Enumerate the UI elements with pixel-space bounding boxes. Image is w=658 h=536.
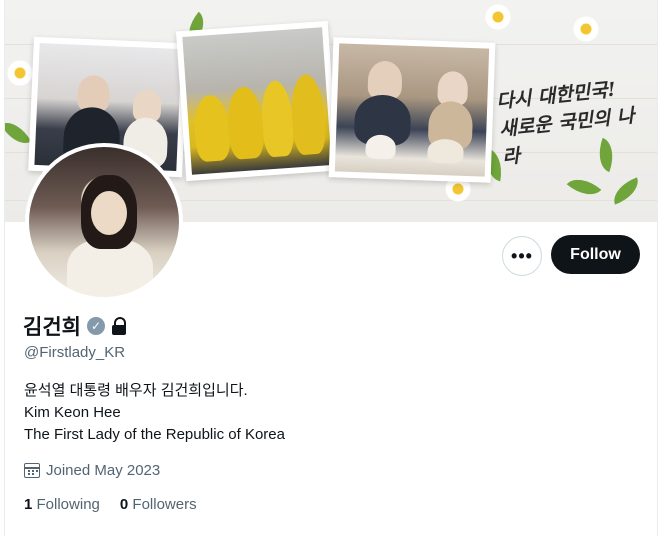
more-button[interactable]: ••• xyxy=(502,236,542,276)
joined-date: Joined May 2023 xyxy=(24,462,160,479)
name-row: 김건희 ✓ xyxy=(23,312,127,340)
flower-decoration xyxy=(573,16,599,42)
followers-label: Followers xyxy=(132,496,197,513)
banner-photo-supporters xyxy=(175,20,339,182)
profile-bio: 윤석열 대통령 배우자 김건희입니다. Kim Keon Hee The Fir… xyxy=(24,380,285,446)
bio-line: Kim Keon Hee xyxy=(24,404,121,421)
joined-text: Joined May 2023 xyxy=(46,462,161,479)
leaf-decoration xyxy=(566,170,602,204)
following-link[interactable]: 1 Following xyxy=(24,496,100,513)
profile-handle: @Firstlady_KR xyxy=(24,344,126,361)
verified-badge-icon[interactable]: ✓ xyxy=(86,317,105,335)
flower-decoration xyxy=(485,4,511,30)
followers-count: 0 xyxy=(119,496,129,513)
calendar-icon xyxy=(24,463,40,478)
followers-link[interactable]: 0 Followers xyxy=(120,496,197,513)
flower-decoration xyxy=(7,60,33,86)
lock-icon xyxy=(111,317,127,335)
more-icon: ••• xyxy=(511,245,533,266)
banner-slogan: 다시 대한민국! 새로운 국민의 나라 xyxy=(495,72,653,171)
banner-photo-dogs xyxy=(328,37,496,183)
leaf-decoration xyxy=(5,115,32,151)
display-name: 김건희 xyxy=(23,316,81,339)
profile-stats: 1 Following 0 Followers xyxy=(24,496,197,513)
follow-button[interactable]: Follow xyxy=(551,235,640,274)
avatar[interactable] xyxy=(25,143,183,301)
bio-line: 윤석열 대통령 배우자 김건희입니다. xyxy=(24,382,248,399)
following-label: Following xyxy=(36,496,100,513)
following-count: 1 xyxy=(24,496,33,513)
profile-page: 다시 대한민국! 새로운 국민의 나라 ••• Follow 김건희 ✓ @Fi… xyxy=(4,0,658,536)
bio-line: The First Lady of the Republic of Korea xyxy=(24,426,285,443)
